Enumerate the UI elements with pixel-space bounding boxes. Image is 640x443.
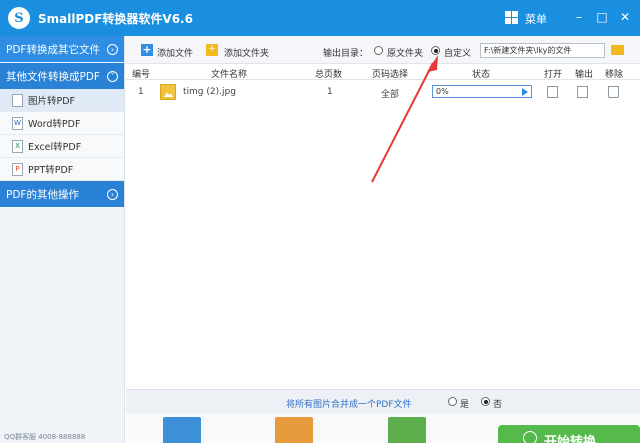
radio-merge-yes[interactable] (448, 397, 457, 406)
merge-no-label: 否 (493, 400, 503, 410)
menu-button[interactable]: 菜单 (525, 11, 547, 27)
progress-text: 0% (436, 87, 449, 96)
sidebar-group-other-to-pdf[interactable]: 其他文件转换成PDF ˅ (0, 63, 124, 89)
add-file-icon[interactable]: + (141, 44, 153, 56)
ppt-file-icon: P (12, 162, 23, 176)
col-output: 输出 (575, 70, 594, 80)
radio-custom[interactable] (431, 46, 440, 55)
table-row[interactable]: 1 timg (2).jpg 1 全部 0% (126, 80, 640, 106)
image-thumbnail-icon (160, 84, 176, 100)
sidebar: PDF转换成其它文件 › 其他文件转换成PDF ˅ 图片转PDF W Word转… (0, 36, 125, 443)
close-button[interactable]: ✕ (617, 9, 633, 25)
merge-yes-label: 是 (460, 400, 470, 410)
app-title: SmallPDF转换器软件V6.6 (38, 11, 193, 26)
maximize-button[interactable]: □ (594, 9, 610, 25)
document-icon (388, 417, 426, 443)
sidebar-item-ppt-to-pdf[interactable]: P PPT转PDF (0, 158, 124, 181)
document-icon (163, 417, 201, 443)
conversion-progress-bar: 0% (432, 85, 532, 98)
open-file-icon[interactable] (547, 86, 558, 98)
add-folder-icon[interactable]: + (206, 44, 218, 56)
trash-icon[interactable] (608, 86, 619, 98)
output-path-input[interactable] (480, 43, 605, 58)
start-convert-button[interactable]: 开始转换 (498, 425, 640, 443)
chevron-right-icon: › (107, 43, 118, 55)
sidebar-item-excel-to-pdf[interactable]: X Excel转PDF (0, 135, 124, 158)
add-folder-button[interactable]: 添加文件夹 (224, 46, 269, 59)
col-pages: 总页数 (315, 70, 343, 80)
row-page-range[interactable]: 全部 (381, 87, 399, 100)
sidebar-group-label: PDF转换成其它文件 (6, 43, 100, 56)
table-header: 编号 文件名称 总页数 页码选择 状态 打开 输出 移除 (126, 64, 640, 80)
col-open: 打开 (544, 70, 563, 80)
image-file-icon (12, 93, 23, 107)
col-remove: 移除 (605, 70, 624, 80)
col-filename: 文件名称 (211, 70, 248, 80)
sidebar-item-label: PPT转PDF (28, 165, 74, 176)
radio-merge-no[interactable] (481, 397, 490, 406)
sidebar-item-image-to-pdf[interactable]: 图片转PDF (0, 89, 124, 112)
chevron-down-icon: ˅ (107, 70, 118, 82)
merge-bar: 将所有图片合并成一个PDF文件 是 否 (126, 389, 640, 413)
col-index: 编号 (132, 70, 151, 80)
col-status: 状态 (472, 70, 491, 80)
browse-folder-icon[interactable] (611, 45, 624, 55)
sidebar-item-label: 图片转PDF (28, 96, 76, 107)
word-file-icon: W (12, 116, 23, 130)
sidebar-group-pdf-to-other[interactable]: PDF转换成其它文件 › (0, 36, 124, 62)
convert-label: 开始转换 (544, 435, 597, 443)
play-icon[interactable] (522, 88, 528, 96)
excel-file-icon: X (12, 139, 23, 153)
add-file-button[interactable]: 添加文件 (157, 46, 193, 59)
sidebar-item-label: Word转PDF (28, 119, 81, 130)
toolbar: + 添加文件 + 添加文件夹 输出目录： 原文件夹 自定义 (126, 36, 640, 64)
original-folder-label: 原文件夹 (387, 49, 424, 59)
output-folder-icon[interactable] (577, 86, 588, 98)
row-filename: timg (2).jpg (183, 87, 236, 97)
chevron-right-icon: › (107, 188, 118, 200)
support-text: QQ群客服 4008-888888 (4, 433, 86, 441)
sidebar-group-label: 其他文件转换成PDF (6, 70, 100, 83)
menu-grid-icon[interactable] (505, 11, 518, 24)
sidebar-group-pdf-other-ops[interactable]: PDF的其他操作 › (0, 181, 124, 207)
custom-label: 自定义 (444, 49, 472, 59)
sidebar-item-label: Excel转PDF (28, 142, 82, 153)
row-pages: 1 (327, 87, 333, 97)
output-dir-label: 输出目录： (323, 49, 369, 59)
minimize-button[interactable]: – (571, 9, 587, 25)
sidebar-group-label: PDF的其他操作 (6, 188, 79, 201)
sidebar-item-word-to-pdf[interactable]: W Word转PDF (0, 112, 124, 135)
col-page-range: 页码选择 (372, 70, 409, 80)
radio-original-folder[interactable] (374, 46, 383, 55)
row-index: 1 (138, 87, 144, 97)
title-bar: S SmallPDF转换器软件V6.6 菜单 – □ ✕ (0, 0, 640, 36)
app-logo: S (8, 7, 30, 29)
document-icon (275, 417, 313, 443)
play-circle-icon (523, 431, 537, 443)
merge-label: 将所有图片合并成一个PDF文件 (286, 400, 412, 410)
